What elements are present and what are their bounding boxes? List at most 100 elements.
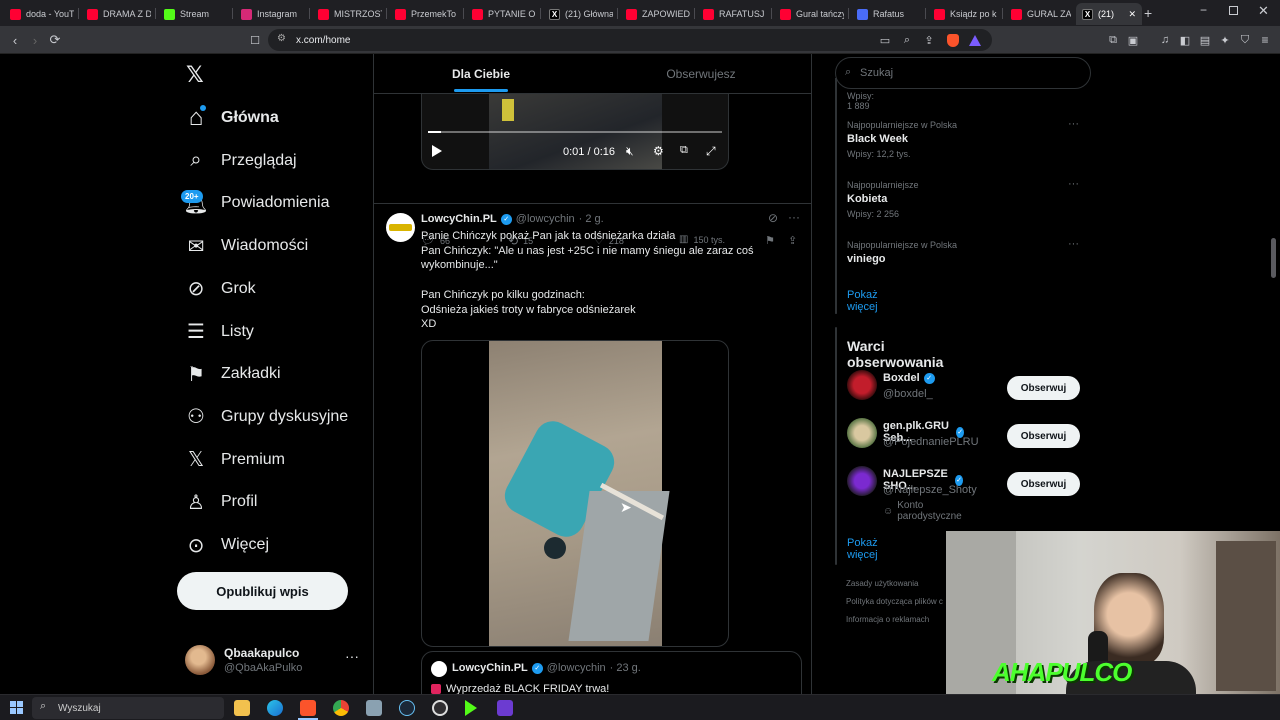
nav-item-bookmark[interactable]: ⚑ Zakładki bbox=[185, 356, 281, 392]
bookmark-page-icon[interactable]: ☐ bbox=[246, 31, 264, 49]
post-avatar[interactable] bbox=[386, 213, 415, 242]
brave-rewards-icon[interactable] bbox=[966, 31, 984, 49]
more-dots-icon[interactable]: ··· bbox=[345, 648, 359, 664]
search-input[interactable]: ⌕ Szukaj bbox=[835, 57, 1091, 89]
browser-tab[interactable]: ZAPOWIEDŹ bbox=[620, 3, 690, 25]
footer-link[interactable]: Informacja o reklamach bbox=[846, 615, 929, 624]
windows-start-icon[interactable] bbox=[10, 701, 23, 714]
browser-tab[interactable]: Ksiądz po k bbox=[928, 3, 998, 25]
nav-item-mail[interactable]: ✉ Wiadomości bbox=[185, 228, 309, 264]
trend-item[interactable]: Najpopularniejsze w Polska viniego ··· bbox=[847, 238, 1079, 269]
follow-button[interactable]: Obserwuj bbox=[1007, 472, 1080, 496]
nav-item-x-logo[interactable]: 𝕏 Premium bbox=[185, 442, 285, 478]
chrome-icon[interactable] bbox=[333, 700, 349, 716]
play-icon[interactable] bbox=[432, 145, 442, 157]
browser-tab[interactable]: DRAMA Z D bbox=[81, 3, 151, 25]
zoom-icon[interactable]: ⌕ bbox=[898, 31, 916, 49]
tab-following[interactable]: Obserwujesz bbox=[594, 54, 808, 93]
pip-icon[interactable]: ⧉ bbox=[680, 144, 688, 157]
browser-tab[interactable]: doda - YouT bbox=[4, 3, 74, 25]
vpn-icon[interactable]: ⛉ bbox=[1236, 31, 1254, 49]
sidebar-toggle-icon[interactable]: ◧ bbox=[1176, 31, 1194, 49]
back-icon[interactable]: ‹ bbox=[6, 31, 24, 49]
browser-tab[interactable]: GURAL ZAP bbox=[1005, 3, 1071, 25]
nav-item-list[interactable]: ☰ Listy bbox=[185, 314, 254, 350]
cast-icon[interactable]: ▭ bbox=[876, 31, 894, 49]
trend-more-icon[interactable]: ··· bbox=[1068, 178, 1079, 190]
close-tab-icon[interactable]: ✕ bbox=[1128, 9, 1136, 20]
media-app-icon[interactable] bbox=[497, 700, 513, 716]
screenshot-icon[interactable]: ▣ bbox=[1124, 31, 1142, 49]
browser-tab[interactable]: Rafatus bbox=[851, 3, 921, 25]
brave-shield-icon[interactable] bbox=[944, 31, 962, 49]
grok-post-icon[interactable]: ⊘ bbox=[768, 211, 778, 225]
x-logo-icon[interactable]: 𝕏 bbox=[186, 62, 204, 88]
tab-for-you[interactable]: Dla Ciebie bbox=[374, 54, 588, 93]
quoted-post[interactable]: LowcyChin.PL ✓ @lowcychin · 23 g. Wyprze… bbox=[421, 651, 802, 694]
video-progress-track[interactable] bbox=[428, 131, 722, 133]
nav-item-more-circle[interactable]: ⊙ Więcej bbox=[185, 527, 269, 563]
menu-icon[interactable]: ≡ bbox=[1256, 31, 1274, 49]
follow-name-row[interactable]: Boxdel ✓ bbox=[883, 372, 935, 384]
leo-ai-icon[interactable]: ✦ bbox=[1216, 31, 1234, 49]
steam-icon[interactable] bbox=[399, 700, 415, 716]
close-window-icon[interactable]: ✕ bbox=[1258, 3, 1269, 19]
follow-avatar[interactable] bbox=[847, 418, 877, 448]
site-info-icon[interactable]: ⚙ bbox=[277, 33, 286, 44]
restore-icon[interactable] bbox=[1229, 6, 1238, 15]
trend-item[interactable]: Najpopularniejsze Kobieta Wpisy: 2 256 ··· bbox=[847, 178, 1079, 219]
bookmark-icon[interactable]: ⚑ bbox=[765, 234, 775, 247]
share-post-icon[interactable]: ⇪ bbox=[788, 234, 797, 247]
author-name[interactable]: LowcyChin.PL bbox=[421, 213, 497, 225]
reload-icon[interactable]: ⟳ bbox=[46, 31, 64, 49]
video-player-2[interactable]: ➤ bbox=[421, 340, 729, 647]
follow-avatar[interactable] bbox=[847, 466, 877, 496]
new-tab-button[interactable]: + bbox=[1144, 5, 1152, 21]
nav-item-people[interactable]: ⚇ Grupy dyskusyjne bbox=[185, 399, 348, 435]
page-scrollbar[interactable] bbox=[1271, 238, 1276, 278]
footer-link[interactable]: Polityka dotycząca plików c bbox=[846, 597, 943, 606]
browser-tab[interactable]: X (21) Główna bbox=[543, 3, 613, 25]
fullscreen-icon[interactable]: ⤢ bbox=[706, 144, 716, 159]
follow-avatar[interactable] bbox=[847, 370, 877, 400]
post-more-icon[interactable]: ··· bbox=[788, 210, 800, 224]
nav-item-grok[interactable]: ⊘ Grok bbox=[185, 271, 256, 307]
account-switcher[interactable]: Qbaakapulco @QbaAkaPulko ··· bbox=[185, 642, 365, 680]
brave-icon[interactable] bbox=[300, 700, 316, 716]
video-player-1[interactable]: 0:01 / 0:16 🔇︎ ⚙ ⧉ ⤢ bbox=[421, 94, 729, 170]
app-icon[interactable] bbox=[366, 700, 382, 716]
trend-more-icon[interactable]: ··· bbox=[1068, 238, 1079, 250]
mute-icon[interactable]: 🔇︎ bbox=[626, 144, 634, 159]
browser-tab[interactable]: Stream bbox=[158, 3, 228, 25]
browser-tab[interactable]: RAFATUSJ P bbox=[697, 3, 767, 25]
browser-tab[interactable]: Instagram bbox=[235, 3, 305, 25]
kick-icon[interactable] bbox=[465, 700, 477, 716]
nav-item-bell[interactable]: 🔔︎ Powiadomienia bbox=[183, 185, 329, 221]
settings-icon[interactable]: ⚙ bbox=[653, 144, 664, 158]
share-icon[interactable]: ⇪ bbox=[920, 31, 938, 49]
browser-tab[interactable]: PYTANIE O bbox=[466, 3, 536, 25]
author-handle[interactable]: @lowcychin bbox=[516, 213, 575, 225]
trend-item[interactable]: Najpopularniejsze w Polska Black Week Wpis… bbox=[847, 118, 1079, 159]
forward-icon[interactable]: › bbox=[26, 31, 44, 49]
media-icon[interactable]: ♫ bbox=[1156, 31, 1174, 49]
trends-show-more[interactable]: Pokaż więcej bbox=[847, 289, 878, 313]
browser-tab[interactable]: MISTRZOST bbox=[312, 3, 382, 25]
browser-tab[interactable]: PrzemekTo bbox=[389, 3, 459, 25]
browser-tab[interactable]: X (21) ✕ bbox=[1076, 3, 1142, 25]
obs-icon[interactable] bbox=[432, 700, 448, 716]
follow-button[interactable]: Obserwuj bbox=[1007, 424, 1080, 448]
post-button[interactable]: Opublikuj wpis bbox=[177, 572, 348, 610]
nav-item-person[interactable]: ♙ Profil bbox=[185, 484, 257, 520]
trend-more-icon[interactable]: ··· bbox=[1068, 118, 1079, 130]
edge-icon[interactable] bbox=[267, 700, 283, 716]
nav-item-search[interactable]: ⌕ Przeglądaj bbox=[185, 143, 296, 179]
file-explorer-icon[interactable] bbox=[234, 700, 250, 716]
follow-button[interactable]: Obserwuj bbox=[1007, 376, 1080, 400]
nav-item-home[interactable]: ⌂ Główna bbox=[185, 100, 279, 136]
taskbar-search[interactable]: ⌕ Wyszukaj bbox=[32, 697, 224, 719]
wallet-icon[interactable]: ▤ bbox=[1196, 31, 1214, 49]
follow-show-more[interactable]: Pokaż więcej bbox=[847, 537, 878, 561]
extensions-icon[interactable]: ⧉ bbox=[1104, 31, 1122, 49]
browser-tab[interactable]: Gural tańczy bbox=[774, 3, 844, 25]
